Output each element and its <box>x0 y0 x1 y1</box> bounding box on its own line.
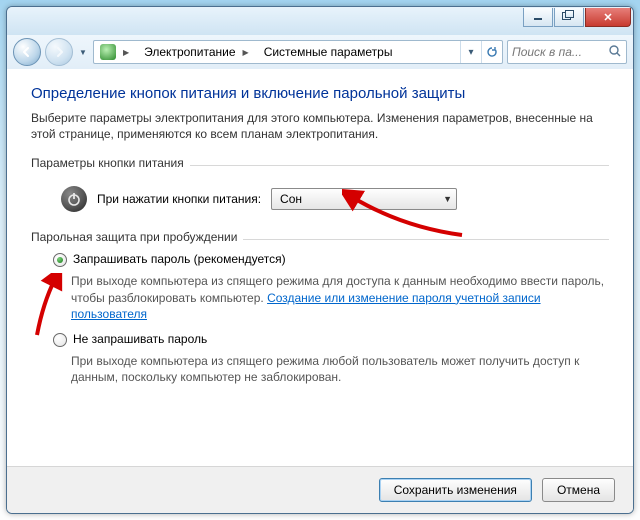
chevron-down-icon: ▼ <box>443 194 452 204</box>
breadcrumb-label: Системные параметры <box>264 45 393 59</box>
restore-button[interactable] <box>554 8 584 27</box>
nav-history-dropdown[interactable]: ▼ <box>77 39 89 65</box>
group-password-protection: Парольная защита при пробуждении <box>31 230 609 244</box>
search-placeholder: Поиск в па... <box>512 45 582 59</box>
radio-require-password-block: Запрашивать пароль (рекомендуется) <box>53 252 609 267</box>
control-panel-icon <box>100 44 116 60</box>
search-icon <box>608 44 622 58</box>
power-button-action-combo[interactable]: Сон ▼ <box>271 188 457 210</box>
breadcrumb-system-settings[interactable]: Системные параметры <box>258 41 399 63</box>
breadcrumb-root[interactable]: ▶ <box>94 41 138 63</box>
refresh-button[interactable] <box>481 41 502 63</box>
page-title: Определение кнопок питания и включение п… <box>31 85 609 102</box>
chevron-right-icon: ▶ <box>120 48 132 57</box>
chevron-right-icon: ▶ <box>240 48 252 57</box>
navigation-bar: ▼ ▶ Электропитание ▶ Системные параметры… <box>7 35 633 70</box>
breadcrumb-power-options[interactable]: Электропитание ▶ <box>138 41 258 63</box>
power-icon <box>61 186 87 212</box>
footer-bar: Сохранить изменения Отмена <box>7 466 633 513</box>
radio-label: Запрашивать пароль (рекомендуется) <box>73 252 286 266</box>
breadcrumb-label: Электропитание <box>144 45 235 59</box>
radio-no-password-desc: При выходе компьютера из спящего режима … <box>71 353 609 385</box>
radio-require-password-desc: При выходе компьютера из спящего режима … <box>71 273 609 322</box>
control-panel-window: ▼ ▶ Электропитание ▶ Системные параметры… <box>6 6 634 514</box>
content-area: Определение кнопок питания и включение п… <box>7 69 633 467</box>
radio-require-password[interactable] <box>53 253 67 267</box>
group-label-text: Парольная защита при пробуждении <box>31 230 243 244</box>
group-label-text: Параметры кнопки питания <box>31 156 190 170</box>
combo-value: Сон <box>280 192 302 206</box>
close-button[interactable] <box>585 8 631 27</box>
power-button-label: При нажатии кнопки питания: <box>97 192 261 206</box>
radio-no-password-block: Не запрашивать пароль <box>53 332 609 347</box>
page-intro: Выберите параметры электропитания для эт… <box>31 110 609 142</box>
radio-label: Не запрашивать пароль <box>73 332 207 346</box>
address-bar[interactable]: ▶ Электропитание ▶ Системные параметры ▾ <box>93 40 503 64</box>
minimize-button[interactable] <box>523 8 553 27</box>
nav-back-button[interactable] <box>13 38 41 66</box>
window-titlebar <box>7 7 633 35</box>
power-button-row: При нажатии кнопки питания: Сон ▼ <box>61 186 609 212</box>
save-changes-button[interactable]: Сохранить изменения <box>379 478 532 502</box>
cancel-button[interactable]: Отмена <box>542 478 615 502</box>
group-power-button-settings: Параметры кнопки питания <box>31 156 609 170</box>
search-input[interactable]: Поиск в па... <box>507 40 627 64</box>
radio-no-password[interactable] <box>53 333 67 347</box>
address-dropdown-button[interactable]: ▾ <box>460 41 481 63</box>
nav-forward-button[interactable] <box>45 38 73 66</box>
